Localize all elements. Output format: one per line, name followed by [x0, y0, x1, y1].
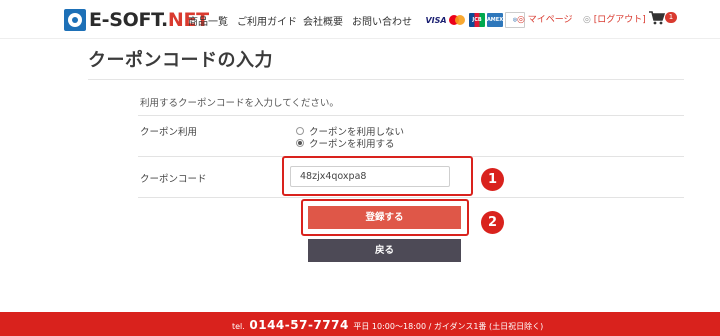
- nav-company[interactable]: 会社概要: [303, 13, 343, 28]
- page-title: クーポンコードの入力: [88, 50, 273, 71]
- visa-card-icon: VISA: [425, 15, 447, 25]
- tel-number[interactable]: 0144-57-7774: [249, 318, 348, 332]
- footer-contact: tel. 0144-57-7774 平日 10:00〜18:00 / ガイダンス…: [232, 318, 543, 332]
- step-marker-2: 2: [481, 211, 504, 234]
- site-header: E-SOFT.NET 商品一覧 ご利用ガイド 会社概要 お問い合わせ VISA …: [0, 0, 720, 39]
- step-marker-1: 1: [481, 168, 504, 191]
- cart-count-badge: 1: [665, 12, 677, 23]
- logout-label: [ログアウト]: [593, 15, 646, 25]
- register-button[interactable]: 登録する: [308, 206, 461, 229]
- title-divider: [88, 79, 684, 80]
- business-hours: 平日 10:00〜18:00 / ガイダンス1番 (土日祝日除く): [353, 322, 544, 331]
- coupon-usage-label: クーポン利用: [140, 127, 198, 138]
- logout-link[interactable]: ◎ [ログアウト]: [583, 12, 646, 25]
- radio-use-coupon-circle[interactable]: [296, 139, 304, 147]
- mypage-dot-icon: ◎: [517, 15, 528, 25]
- radio-use-coupon-label: クーポンを利用する: [309, 139, 395, 150]
- site-footer: tel. 0144-57-7774 平日 10:00〜18:00 / ガイダンス…: [0, 312, 720, 336]
- intro-text: 利用するクーポンコードを入力してください。: [140, 98, 339, 109]
- tel-label: tel.: [232, 322, 245, 331]
- coupon-code-input[interactable]: [290, 166, 450, 187]
- cart-icon[interactable]: [649, 11, 665, 25]
- logo-text-prefix: E-SOFT.: [89, 9, 168, 31]
- disc-logo-icon: [64, 9, 86, 31]
- amex-card-icon: AMEX: [487, 13, 503, 27]
- mypage-label: マイページ: [527, 15, 573, 25]
- nav-products[interactable]: 商品一覧: [188, 13, 228, 28]
- form-divider: [138, 197, 684, 198]
- nav-contact[interactable]: お問い合わせ: [352, 13, 412, 28]
- back-button[interactable]: 戻る: [308, 239, 461, 262]
- payment-cards: VISA JCB AMEX ◎: [425, 12, 525, 28]
- mastercard-card-icon: [448, 13, 467, 27]
- logout-dot-icon: ◎: [583, 15, 594, 25]
- jcb-card-icon: JCB: [469, 13, 485, 27]
- radio-use-coupon[interactable]: クーポンを利用する: [296, 136, 395, 150]
- radio-no-coupon-circle[interactable]: [296, 127, 304, 135]
- coupon-code-label: クーポンコード: [140, 174, 207, 185]
- nav-guide[interactable]: ご利用ガイド: [237, 13, 297, 28]
- mypage-link[interactable]: ◎ マイページ: [517, 12, 573, 25]
- form-divider: [138, 115, 684, 116]
